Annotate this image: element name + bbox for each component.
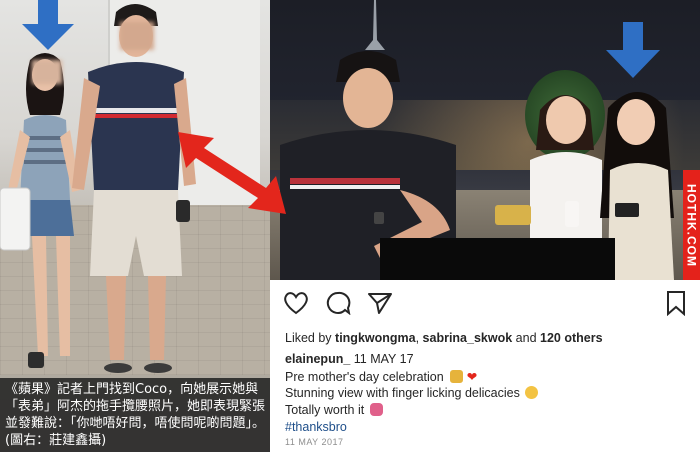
post-actions-bar [281, 288, 691, 318]
caption-hashtag[interactable]: #thanksbro [285, 420, 347, 434]
comment-icon[interactable] [325, 291, 351, 315]
post-date-inline: 11 MAY 17 [350, 352, 414, 366]
likes-count-link[interactable]: 120 others [540, 331, 603, 345]
emoji-icon [450, 370, 464, 383]
likes-line: Liked by tingkwongma, sabrina_skwok and … [285, 331, 603, 345]
liked-user-link[interactable]: tingkwongma [335, 331, 416, 345]
caption-text-1: Pre mother's day celebration [285, 370, 444, 384]
site-watermark: HOTHK.COM [683, 170, 700, 280]
heart-emoji-icon: ❤ [466, 370, 478, 384]
smiley-emoji-icon [525, 386, 539, 399]
caption-line-1: Pre mother's day celebration ❤ [285, 369, 477, 384]
face-blur-woman [32, 60, 62, 84]
redaction-box [380, 238, 615, 280]
post-footer-date: 11 MAY 2017 [285, 437, 344, 447]
face-blur-man [120, 22, 154, 50]
double-arrow-icon [178, 132, 286, 214]
tongue-emoji-icon [369, 403, 383, 416]
share-icon[interactable] [367, 291, 393, 315]
caption-text-2: Stunning view with finger licking delica… [285, 386, 520, 400]
bookmark-icon[interactable] [666, 290, 686, 316]
heart-icon[interactable] [283, 291, 309, 315]
likes-and: and [512, 331, 540, 345]
likes-separator: , [415, 331, 423, 345]
arrow-down-icon [22, 0, 74, 50]
table-items [455, 195, 655, 235]
caption-line-3: Totally worth it [285, 403, 383, 417]
news-caption: 《蘋果》記者上門找到Coco，向她展示她與「表弟」阿杰的拖手攬腰照片，她即表現緊… [5, 382, 266, 448]
poster-username[interactable]: elainepun_ [285, 352, 350, 366]
caption-text-3: Totally worth it [285, 403, 365, 417]
liked-user-link[interactable]: sabrina_skwok [423, 331, 513, 345]
caption-line-2: Stunning view with finger licking delica… [285, 386, 539, 400]
likes-prefix: Liked by [285, 331, 336, 345]
arrow-down-icon [606, 22, 660, 78]
caption-header: elainepun_ 11 MAY 17 [285, 352, 414, 366]
